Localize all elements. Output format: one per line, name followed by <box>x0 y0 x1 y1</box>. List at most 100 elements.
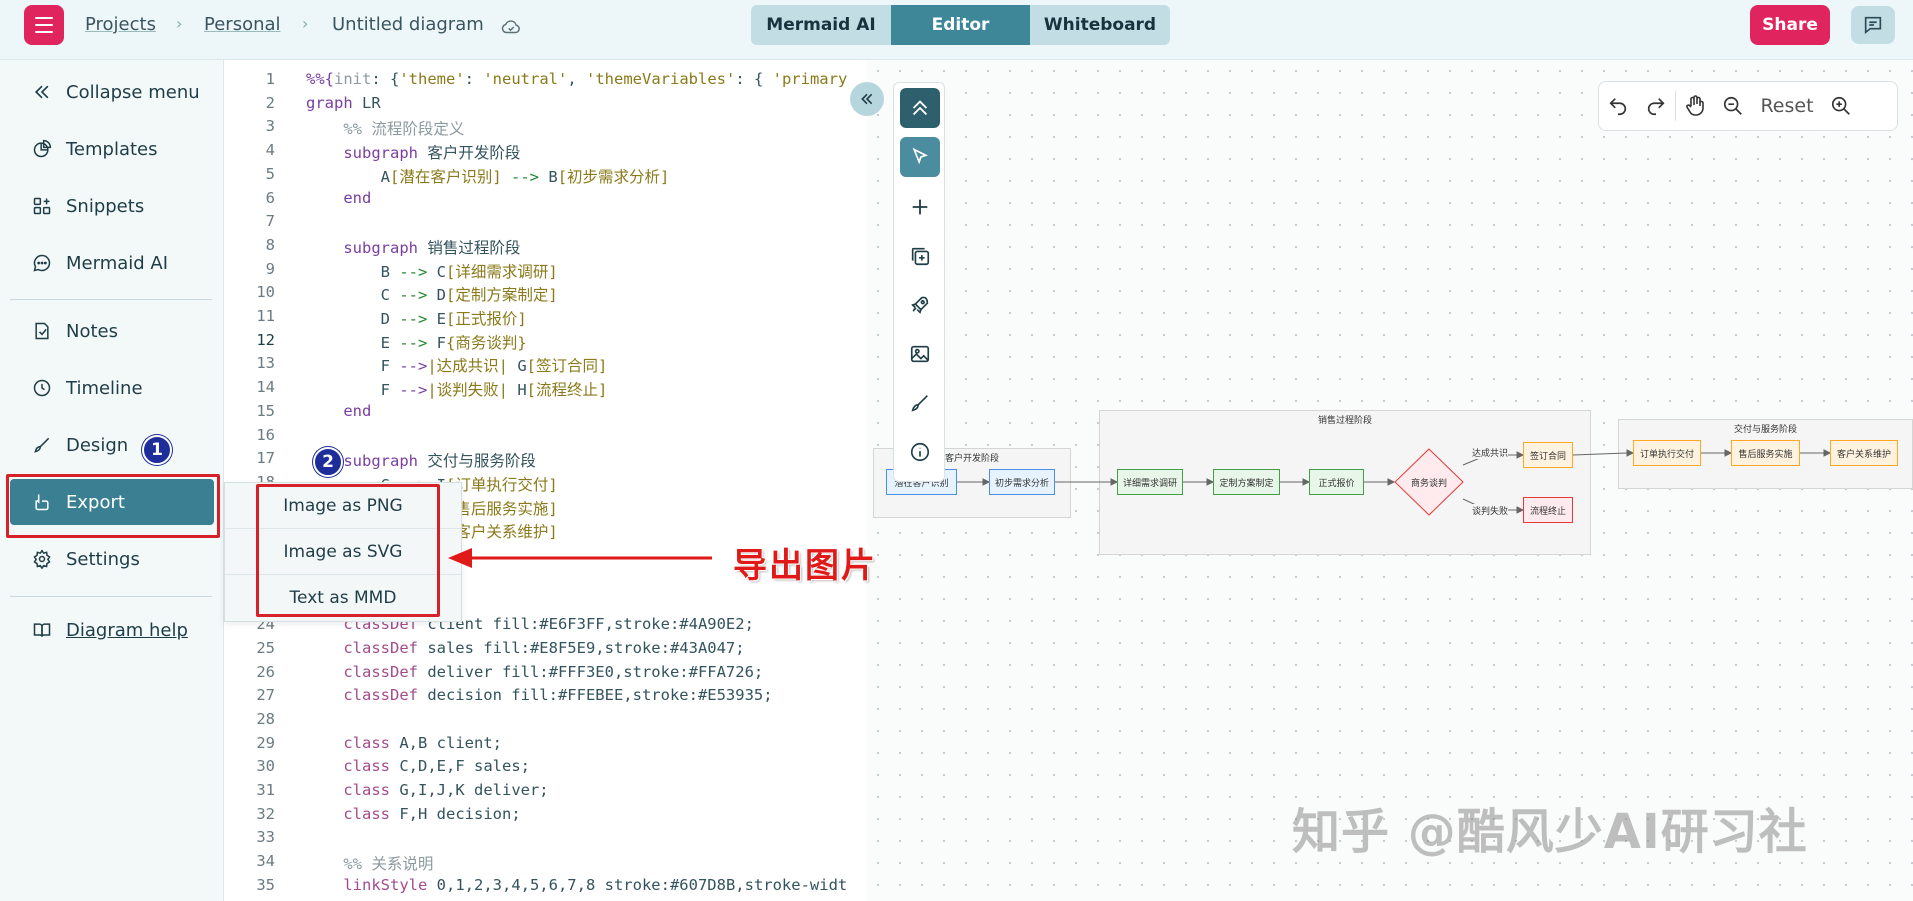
line-number: 8 <box>265 235 275 254</box>
line-number: 33 <box>256 828 275 847</box>
sidebar-item-diagram-help[interactable]: Diagram help <box>10 607 214 653</box>
code-line[interactable]: %%{init: {'theme': 'neutral', 'themeVari… <box>306 70 847 88</box>
code-line[interactable]: D --> E[正式报价] <box>306 307 527 329</box>
sidebar-item-settings[interactable]: Settings <box>10 536 214 582</box>
gear-icon <box>33 549 51 569</box>
code-line[interactable]: F -->|达成共识| G[签订合同] <box>306 354 608 376</box>
export-mmd-option[interactable]: Text as MMD <box>225 575 461 621</box>
code-line[interactable]: end <box>306 402 371 420</box>
line-number: 10 <box>256 283 275 302</box>
sidebar-item-mermaid-ai[interactable]: Mermaid AI <box>10 240 214 286</box>
node-f[interactable]: 商务谈判 <box>1401 469 1457 495</box>
line-number: 26 <box>256 662 275 681</box>
code-line[interactable]: class G,I,J,K deliver; <box>306 781 548 799</box>
line-number: 34 <box>256 852 275 871</box>
rocket-icon <box>911 296 929 314</box>
sidebar-item-notes[interactable]: Notes <box>10 308 214 354</box>
sidebar-item-label: Export <box>66 491 125 513</box>
share-button[interactable]: Share <box>1750 5 1830 45</box>
sidebar-item-collapse-menu[interactable]: Collapse menu <box>10 69 214 115</box>
code-line[interactable]: classDef decision fill:#FFEBEE,stroke:#E… <box>306 686 772 704</box>
line-number: 9 <box>265 259 275 278</box>
hamburger-menu-button[interactable] <box>24 5 64 45</box>
code-line[interactable]: classDef deliver fill:#FFF3E0,stroke:#FF… <box>306 663 763 681</box>
code-line[interactable]: linkStyle 0,1,2,3,4,5,6,7,8 stroke:#607D… <box>306 876 847 894</box>
line-number: 12 <box>256 330 275 349</box>
code-editor[interactable]: 1 %%{init: {'theme': 'neutral', 'themeVar… <box>225 60 867 901</box>
node-d[interactable]: 定制方案制定 <box>1213 469 1280 495</box>
pan-button[interactable] <box>1676 86 1714 126</box>
node-c[interactable]: 详细需求调研 <box>1117 469 1183 495</box>
node-j[interactable]: 售后服务实施 <box>1731 440 1800 466</box>
info-button[interactable] <box>900 432 940 472</box>
node-h[interactable]: 流程终止 <box>1523 497 1573 523</box>
collapse-editor-button[interactable] <box>850 82 884 116</box>
line-number: 31 <box>256 781 275 799</box>
tab-whiteboard[interactable]: Whiteboard <box>1030 5 1170 45</box>
tab-mermaid-ai[interactable]: Mermaid AI <box>751 5 891 45</box>
code-line[interactable]: E --> F{商务谈判} <box>306 331 527 353</box>
code-line[interactable]: %% 关系说明 <box>306 852 433 874</box>
code-line[interactable]: B --> C[详细需求调研] <box>306 260 558 282</box>
line-number: 6 <box>265 188 275 207</box>
node-g[interactable]: 签订合同 <box>1523 442 1573 468</box>
sidebar-item-export[interactable]: Export <box>10 479 214 525</box>
ai-rocket-button[interactable] <box>900 285 940 325</box>
zoom-in-button[interactable] <box>1822 86 1860 126</box>
add-node-button[interactable] <box>900 187 940 227</box>
add-shape-button[interactable] <box>900 236 940 276</box>
brush-icon <box>34 437 50 453</box>
zoom-controls: Reset <box>1598 81 1898 131</box>
line-number: 16 <box>256 425 275 444</box>
line-number: 14 <box>256 378 275 397</box>
cursor-icon <box>912 147 929 165</box>
code-line[interactable]: class F,H decision; <box>306 805 520 823</box>
code-line[interactable]: subgraph 销售过程阶段 <box>306 236 520 258</box>
breadcrumb-personal[interactable]: Personal <box>204 14 281 35</box>
node-k[interactable]: 客户关系维护 <box>1830 440 1898 466</box>
breadcrumb-separator: › <box>302 14 309 33</box>
node-b[interactable]: 初步需求分析 <box>989 469 1055 495</box>
sidebar-item-design[interactable]: Design <box>10 422 214 468</box>
breadcrumb-separator: › <box>176 14 183 33</box>
sidebar-divider <box>10 299 212 300</box>
code-line[interactable]: F -->|谈判失败| H[流程终止] <box>306 378 608 400</box>
add-image-button[interactable] <box>900 334 940 374</box>
styling-brush-button[interactable] <box>900 383 940 423</box>
cloud-sync-icon <box>501 20 520 34</box>
zoom-out-button[interactable] <box>1714 86 1752 126</box>
node-e[interactable]: 正式报价 <box>1309 469 1364 495</box>
sidebar-item-templates[interactable]: Templates <box>10 126 214 172</box>
toolbar-collapse-button[interactable] <box>900 88 940 128</box>
line-number: 1 <box>265 70 275 88</box>
code-line[interactable]: graph LR <box>306 94 381 112</box>
breadcrumb-projects[interactable]: Projects <box>85 14 156 35</box>
diagram-canvas[interactable]: 客户开发阶段 销售过程阶段 交付与服务阶段 潜在客户识别 初步需求分析 详细需求… <box>867 60 1913 901</box>
code-line[interactable]: subgraph 客户开发阶段 <box>306 141 520 163</box>
export-png-option[interactable]: Image as PNG <box>225 483 461 529</box>
code-line[interactable]: A[潜在客户识别] --> B[初步需求分析] <box>306 165 670 187</box>
export-svg-option[interactable]: Image as SVG <box>225 529 461 575</box>
sidebar-item-snippets[interactable]: Snippets <box>10 183 214 229</box>
undo-button[interactable] <box>1599 86 1637 126</box>
redo-button[interactable] <box>1637 86 1675 126</box>
plus-icon <box>912 199 928 215</box>
sidebar-item-label: Snippets <box>66 195 145 217</box>
diagram-title[interactable]: Untitled diagram <box>332 14 484 35</box>
sidebar-item-label: Timeline <box>66 377 143 399</box>
code-line[interactable]: class A,B client; <box>306 734 502 752</box>
code-line[interactable]: class C,D,E,F sales; <box>306 757 530 775</box>
code-line[interactable]: C --> D[定制方案制定] <box>306 283 558 305</box>
node-i[interactable]: 订单执行交付 <box>1633 440 1701 466</box>
line-number: 2 <box>265 93 275 112</box>
reset-zoom-button[interactable]: Reset <box>1752 95 1822 117</box>
code-line[interactable]: %% 流程阶段定义 <box>306 117 464 139</box>
select-tool-button[interactable] <box>900 137 940 177</box>
edge-label: 谈判失败 <box>1472 504 1509 517</box>
code-line[interactable]: classDef sales fill:#E8F5E9,stroke:#43A0… <box>306 639 744 657</box>
watermark: 知乎 @酷风少AI研习社 <box>1292 804 1808 860</box>
code-line[interactable]: end <box>306 189 371 207</box>
sidebar-item-timeline[interactable]: Timeline <box>10 365 214 411</box>
tab-editor[interactable]: Editor <box>891 5 1030 45</box>
feedback-button[interactable] <box>1851 6 1895 44</box>
